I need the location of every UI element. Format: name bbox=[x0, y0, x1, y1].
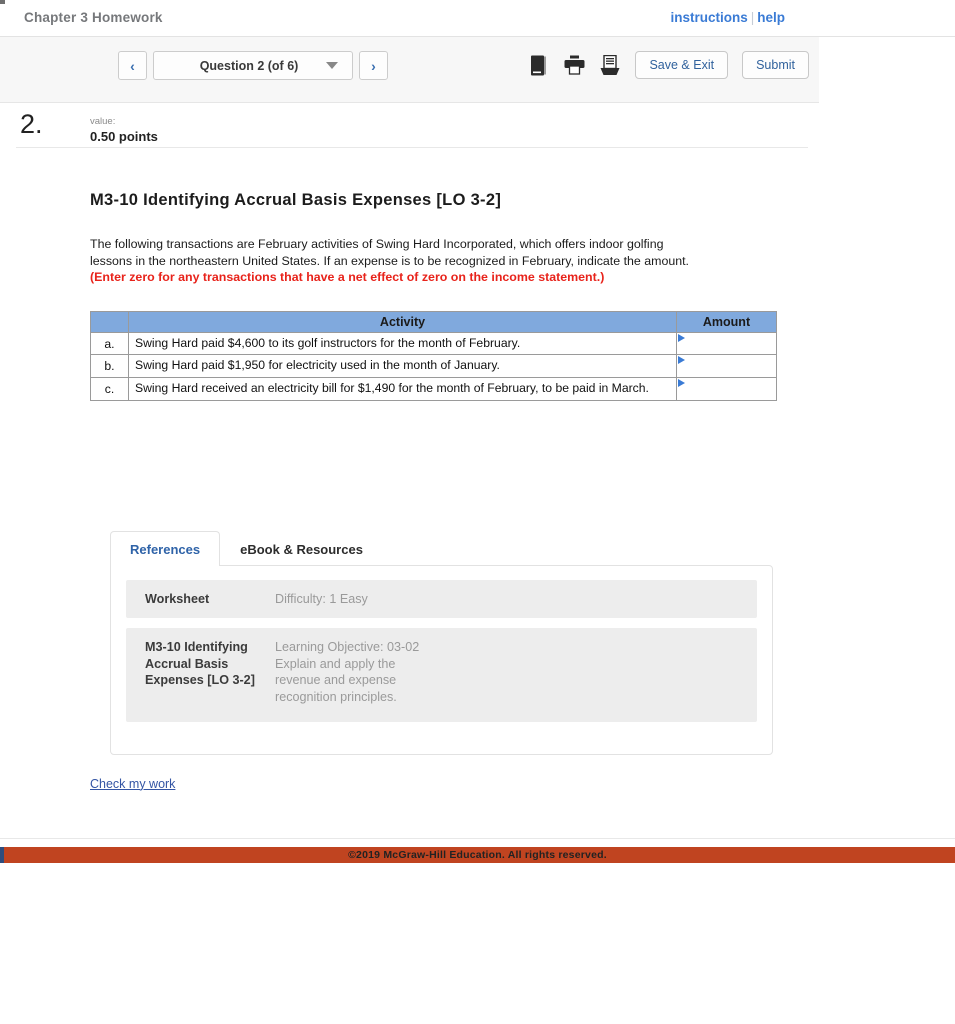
cell-marker-icon bbox=[678, 379, 685, 388]
reference-key: M3-10 Identifying Accrual Basis Expenses… bbox=[145, 640, 255, 688]
tab-ebook-and-resources[interactable]: eBook & Resources bbox=[220, 531, 383, 566]
save-and-exit-button[interactable]: Save & Exit bbox=[635, 51, 729, 79]
ebook-icon[interactable] bbox=[527, 53, 549, 77]
toolbar-actions: Save & Exit Submit bbox=[527, 51, 809, 79]
table-header-row: Activity Amount bbox=[90, 310, 777, 333]
next-question-button[interactable]: › bbox=[359, 51, 388, 80]
tab-references[interactable]: References bbox=[110, 530, 221, 566]
table-row: a. Swing Hard paid $4,600 to its golf in… bbox=[90, 331, 777, 356]
description-text: The following transactions are February … bbox=[90, 237, 690, 268]
question-select-label: Question 2 (of 6) bbox=[199, 58, 299, 73]
question-navigation: ‹ Question 2 (of 6) › bbox=[118, 51, 388, 80]
cell-marker-icon bbox=[678, 356, 685, 365]
table-row: c. Swing Hard received an electricity bi… bbox=[90, 377, 777, 401]
page-title: Chapter 3 Homework bbox=[24, 10, 163, 25]
row-key: c. bbox=[90, 377, 129, 401]
references-section: References eBook & Resources Worksheet D… bbox=[110, 530, 955, 755]
column-header-activity: Activity bbox=[128, 310, 677, 333]
amount-input-cell[interactable] bbox=[676, 331, 777, 356]
value-points: 0.50 points bbox=[90, 129, 158, 144]
print-icon[interactable] bbox=[563, 53, 585, 77]
reference-value: Learning Objective: 03-02 Explain and ap… bbox=[275, 640, 420, 705]
reference-key: Worksheet bbox=[145, 591, 210, 606]
instructions-link[interactable]: instructions bbox=[670, 10, 747, 25]
title-bar: Chapter 3 Homework instructions | help bbox=[0, 0, 955, 37]
row-key: a. bbox=[90, 331, 129, 356]
copyright-text: ©2019 McGraw-Hill Education. All rights … bbox=[348, 849, 607, 861]
submit-button[interactable]: Submit bbox=[742, 51, 809, 79]
amount-input-cell[interactable] bbox=[676, 377, 777, 401]
column-header-amount: Amount bbox=[676, 310, 777, 333]
question-select[interactable]: Question 2 (of 6) bbox=[153, 51, 353, 80]
question-value-row: 2. value: 0.50 points bbox=[0, 103, 955, 148]
footer-notch bbox=[0, 847, 4, 863]
footer-divider bbox=[0, 838, 955, 839]
tab-bar: References eBook & Resources bbox=[110, 530, 955, 566]
row-key: b. bbox=[90, 354, 129, 379]
references-panel: Worksheet Difficulty: 1 Easy M3-10 Ident… bbox=[110, 564, 773, 755]
check-my-work-link[interactable]: Check my work bbox=[90, 777, 175, 791]
row-activity: Swing Hard received an electricity bill … bbox=[128, 377, 677, 401]
reference-value: Difficulty: 1 Easy bbox=[275, 591, 368, 606]
question-description: The following transactions are February … bbox=[90, 236, 700, 286]
row-activity: Swing Hard paid $1,950 for electricity u… bbox=[128, 354, 677, 379]
header-links: instructions | help bbox=[670, 10, 785, 25]
question-title: M3-10 Identifying Accrual Basis Expenses… bbox=[90, 191, 502, 209]
amount-input-cell[interactable] bbox=[676, 354, 777, 379]
description-warning: (Enter zero for any transactions that ha… bbox=[90, 270, 605, 285]
row-activity: Swing Hard paid $4,600 to its golf instr… bbox=[128, 331, 677, 356]
footer: ©2019 McGraw-Hill Education. All rights … bbox=[0, 847, 955, 863]
window-corner-marker bbox=[0, 0, 5, 4]
question-toolbar: ‹ Question 2 (of 6) › Save & Exit Submit bbox=[0, 37, 819, 103]
activity-table: Activity Amount a. Swing Hard paid $4,60… bbox=[90, 310, 777, 401]
reference-row-worksheet: Worksheet Difficulty: 1 Easy bbox=[126, 579, 757, 619]
column-header-key bbox=[90, 310, 129, 333]
cell-marker-icon bbox=[678, 333, 685, 342]
chevron-down-icon bbox=[326, 62, 338, 69]
previous-question-button[interactable]: ‹ bbox=[118, 51, 147, 80]
table-row: b. Swing Hard paid $1,950 for electricit… bbox=[90, 354, 777, 379]
print-tray-icon[interactable] bbox=[599, 53, 621, 77]
help-link[interactable]: help bbox=[757, 10, 785, 25]
link-separator: | bbox=[750, 10, 755, 25]
value-label: value: bbox=[90, 116, 116, 127]
reference-row-objective: M3-10 Identifying Accrual Basis Expenses… bbox=[126, 628, 757, 722]
question-body: M3-10 Identifying Accrual Basis Expenses… bbox=[0, 147, 955, 755]
question-number: 2. bbox=[20, 109, 43, 139]
